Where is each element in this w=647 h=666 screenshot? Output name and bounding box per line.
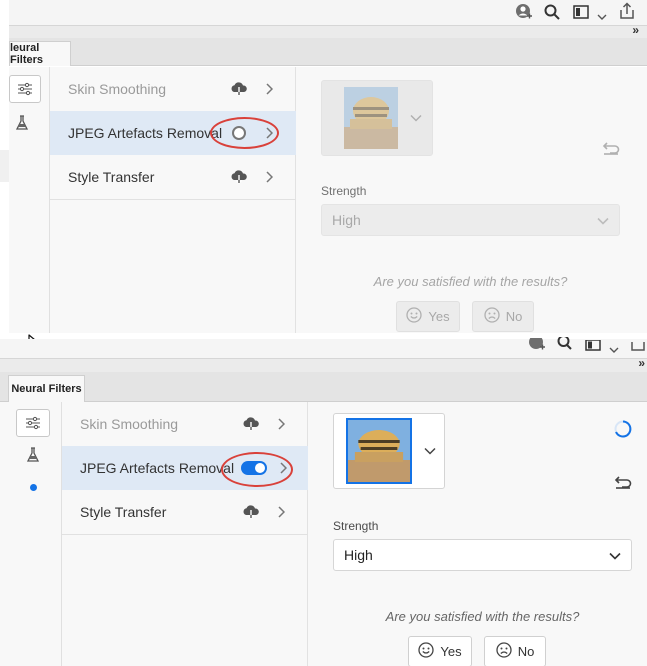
chevron-down-icon[interactable]: [424, 442, 436, 460]
expand-panel-icon[interactable]: »: [638, 356, 645, 370]
filter-label: JPEG Artefacts Removal: [68, 125, 223, 141]
style-thumbnail-picker[interactable]: [321, 80, 433, 156]
smile-icon: [406, 307, 423, 326]
filter-label: Skin Smoothing: [68, 81, 167, 97]
style-thumbnail-picker[interactable]: [333, 413, 445, 489]
share-icon[interactable]: [630, 338, 647, 357]
feedback-yes-button[interactable]: Yes: [408, 636, 472, 666]
filter-row-style-transfer[interactable]: Style Transfer: [62, 490, 308, 534]
chevron-down-icon[interactable]: [410, 109, 422, 127]
cloud-download-icon[interactable]: [228, 170, 250, 184]
frown-icon: [484, 307, 500, 326]
account-icon[interactable]: [528, 335, 546, 357]
filter-list: Skin Smoothing JPEG Artefacts Removal St…: [62, 402, 308, 666]
share-icon[interactable]: [618, 2, 636, 25]
feedback-question: Are you satisfied with the results?: [373, 274, 568, 289]
filter-label: Style Transfer: [68, 169, 155, 185]
strength-value: High: [344, 547, 373, 563]
filter-row-style-transfer[interactable]: Style Transfer: [50, 155, 296, 199]
strength-label: Strength: [321, 184, 367, 198]
active-filter-indicator-dot: [30, 484, 37, 491]
cloud-download-icon[interactable]: [240, 505, 262, 519]
workspace-icon[interactable]: [573, 5, 589, 24]
annotation-ellipse: [221, 452, 293, 487]
filter-row-skin-smoothing[interactable]: Skin Smoothing: [50, 67, 296, 111]
flask-icon[interactable]: [26, 447, 40, 468]
filter-label: Skin Smoothing: [80, 416, 179, 432]
left-edge-sliver: [0, 150, 9, 182]
list-divider: [62, 534, 308, 535]
yes-label: Yes: [428, 309, 450, 324]
flask-icon[interactable]: [15, 115, 29, 136]
search-icon[interactable]: [544, 4, 560, 25]
chevron-down-icon: [597, 212, 609, 228]
reference-image-thumbnail: [346, 418, 412, 484]
reset-icon[interactable]: [602, 141, 620, 160]
feedback-no-button[interactable]: No: [472, 301, 534, 332]
account-icon[interactable]: [515, 3, 533, 26]
chevron-down-icon: [609, 547, 621, 563]
smile-icon: [418, 642, 435, 661]
screenshot-after: » Neural Filters Skin Smoothing JPEG Art…: [0, 335, 647, 666]
feedback-no-button[interactable]: No: [484, 636, 546, 666]
workspace-icon[interactable]: [585, 339, 601, 357]
filter-settings-panel: Strength High Are you satisfied with the…: [296, 67, 647, 333]
no-label: No: [505, 309, 523, 324]
chevron-down-icon[interactable]: [597, 8, 607, 26]
no-label: No: [517, 644, 535, 659]
tab-neural-filters[interactable]: leural Filters: [9, 41, 71, 66]
strength-value: High: [332, 212, 361, 228]
filter-sliders-icon[interactable]: [16, 409, 50, 437]
annotation-ellipse: [210, 117, 279, 149]
filter-list: Skin Smoothing JPEG Artefacts Removal St…: [50, 67, 296, 333]
reset-icon[interactable]: [614, 475, 632, 494]
panel-menu-strip: »: [0, 356, 647, 372]
panel-tab-strip: Neural Filters: [0, 372, 647, 402]
chevron-down-icon[interactable]: [609, 341, 619, 359]
list-divider: [50, 199, 296, 200]
tab-label: Neural Filters: [11, 383, 82, 395]
chevron-right-icon[interactable]: [270, 418, 292, 430]
yes-label: Yes: [440, 644, 462, 659]
filter-label: JPEG Artefacts Removal: [80, 460, 235, 476]
feedback-question: Are you satisfied with the results?: [385, 609, 580, 624]
filter-label: Style Transfer: [80, 504, 167, 520]
strength-label: Strength: [333, 519, 379, 533]
filter-row-skin-smoothing[interactable]: Skin Smoothing: [62, 402, 308, 446]
reference-image-thumbnail: [344, 87, 398, 149]
chevron-right-icon[interactable]: [270, 506, 292, 518]
expand-panel-icon[interactable]: »: [632, 23, 639, 37]
search-icon[interactable]: [557, 335, 573, 356]
screenshot-before: » leural Filters Skin Smoothing JPEG Art…: [0, 0, 647, 333]
filter-sliders-icon[interactable]: [9, 75, 41, 103]
cloud-download-icon[interactable]: [228, 82, 250, 96]
frown-icon: [496, 642, 512, 661]
strength-dropdown[interactable]: High: [321, 204, 620, 236]
tab-label: leural Filters: [10, 42, 44, 66]
panel-menu-strip: »: [9, 23, 647, 38]
tab-neural-filters[interactable]: Neural Filters: [8, 375, 85, 402]
strength-dropdown[interactable]: High: [333, 539, 632, 571]
feedback-yes-button[interactable]: Yes: [396, 301, 460, 332]
app-top-bar: [0, 335, 647, 359]
panel-icon-column: [9, 67, 50, 333]
chevron-right-icon[interactable]: [258, 83, 280, 95]
chevron-right-icon[interactable]: [258, 171, 280, 183]
panel-icon-column: [0, 402, 62, 666]
filter-settings-panel: Strength High Are you satisfied with the…: [308, 402, 647, 666]
spinner-icon: [613, 419, 633, 444]
panel-tab-strip: leural Filters: [9, 38, 647, 66]
cloud-download-icon[interactable]: [240, 417, 262, 431]
app-top-bar: [9, 0, 647, 26]
